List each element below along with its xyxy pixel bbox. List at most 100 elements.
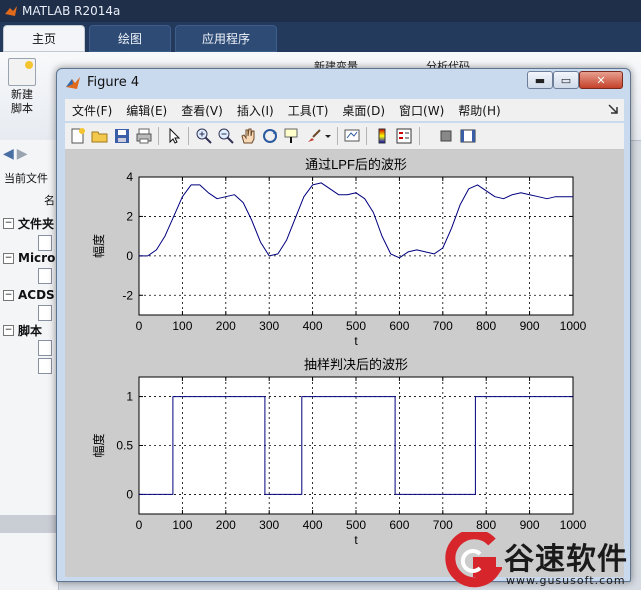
folder-row[interactable]: − 脚本 [0,320,58,340]
minimize-button[interactable]: ▬ [527,71,553,89]
zoom-in-icon[interactable] [195,127,213,145]
tab-apps[interactable]: 应用程序 [175,25,277,52]
new-script-icon [8,58,36,86]
ribbon-tabs: 主页 绘图 应用程序 [0,22,641,52]
menu-insert[interactable]: 插入(I) [237,102,274,119]
toolbar-separator [337,127,338,145]
brush-dropdown-icon[interactable] [323,127,333,145]
toolbar-separator [188,127,189,145]
current-folder-panel: ◀ ▶ 当前文件 名 − 文件夹 − Micro − ACDS − 脚本 [0,140,59,590]
brush-icon[interactable] [305,127,323,145]
matlab-logo-icon [66,77,80,89]
x-tick-label: 400 [303,319,323,333]
x-tick-label: 100 [172,518,192,532]
x-tick-label: 200 [216,518,236,532]
plot-area[interactable]: 0 100 200 300 400 500 600 700 800 900 1000-2024通过L… [65,150,624,577]
show-plot-tools-icon[interactable] [459,127,477,145]
chart-title: 通过LPF后的波形 [305,157,407,172]
folder-row[interactable]: − 文件夹 [0,213,58,233]
folder-row[interactable]: − ACDS [0,285,58,305]
forward-arrow-icon[interactable]: ▶ [17,146,28,162]
y-tick-label: 0 [126,487,133,501]
figure-menubar: 文件(F) 编辑(E) 查看(V) 插入(I) 工具(T) 桌面(D) 窗口(W… [65,99,624,121]
nav-arrows: ◀ ▶ [0,144,58,164]
x-tick-label: 800 [476,518,496,532]
link-plot-icon[interactable] [343,127,361,145]
x-tick-label: 300 [259,518,279,532]
data-cursor-icon[interactable] [283,127,301,145]
x-tick-label: 900 [520,518,540,532]
selected-file-row[interactable] [0,515,58,533]
x-tick-label: 600 [389,319,409,333]
toolbar-separator [419,127,420,145]
new-figure-icon[interactable] [69,127,87,145]
matlab-title-bar: MATLAB R2014a [0,0,641,22]
x-tick-label: 500 [346,518,366,532]
x-tick-label: 800 [476,319,496,333]
file-icon [38,358,52,374]
gususoft-logo-icon [445,532,502,588]
maximize-button[interactable]: ▭ [553,71,579,89]
file-icon [38,305,52,321]
watermark-brand: 谷速软件 [504,542,628,577]
print-icon[interactable] [135,127,153,145]
y-tick-label: -2 [122,288,133,302]
dock-arrow-icon[interactable] [606,102,620,116]
x-tick-label: 300 [259,319,279,333]
y-tick-label: 1 [126,390,133,404]
save-icon[interactable] [113,127,131,145]
y-axis-label: 幅度 [91,433,106,457]
name-column-header[interactable]: 名 [0,190,58,210]
x-tick-label: 400 [303,518,323,532]
x-tick-label: 0 [136,319,143,333]
x-tick-label: 600 [389,518,409,532]
chart-title: 抽样判决后的波形 [304,357,408,372]
figure-toolbar [65,123,624,150]
menu-file[interactable]: 文件(F) [72,102,112,119]
tab-plots[interactable]: 绘图 [89,25,171,52]
pan-hand-icon[interactable] [239,127,257,145]
y-tick-label: 0 [126,249,133,263]
pointer-icon[interactable] [165,127,183,145]
x-tick-label: 700 [433,319,453,333]
menu-help[interactable]: 帮助(H) [458,102,500,119]
new-script-label-1: 新建 [11,88,33,101]
file-icon [38,268,52,284]
open-file-icon[interactable] [91,127,109,145]
watermark-url: www.gususoft.com [506,574,626,587]
menu-window[interactable]: 窗口(W) [399,102,444,119]
app-title: MATLAB R2014a [22,4,121,18]
x-tick-label: 1000 [560,319,587,333]
x-tick-label: 0 [136,518,143,532]
menu-tools[interactable]: 工具(T) [288,102,329,119]
colorbar-icon[interactable] [373,127,391,145]
menu-view[interactable]: 查看(V) [181,102,223,119]
new-script-button[interactable]: 新建 脚本 [4,52,40,116]
figure-window: Figure 4 ▬ ▭ ✕ 文件(F) 编辑(E) 查看(V) 插入(I) 工… [56,68,631,582]
back-arrow-icon[interactable]: ◀ [3,146,14,162]
matlab-logo-icon [5,6,17,16]
y-tick-label: 4 [126,170,133,184]
rotate-3d-icon[interactable] [261,127,279,145]
toolbar-separator [366,127,367,145]
menu-edit[interactable]: 编辑(E) [126,102,167,119]
hide-plot-tools-icon[interactable] [437,127,455,145]
menu-desktop[interactable]: 桌面(D) [342,102,385,119]
x-tick-label: 200 [216,319,236,333]
toolbar-separator [158,127,159,145]
y-tick-label: 2 [126,209,133,223]
folder-row[interactable]: − Micro [0,248,58,268]
zoom-out-icon[interactable] [217,127,235,145]
tab-home[interactable]: 主页 [3,25,85,52]
file-icon [38,340,52,356]
x-tick-label: 1000 [560,518,587,532]
x-tick-label: 500 [346,319,366,333]
figure-canvas: 0 100 200 300 400 500 600 700 800 900 1000 -2 0 2 4 通过L… [65,150,624,577]
figure-title: Figure 4 [87,75,140,90]
y-axis-label: 幅度 [91,234,106,258]
close-button[interactable]: ✕ [579,71,623,89]
figure-title-bar[interactable]: Figure 4 ▬ ▭ ✕ [57,69,630,97]
watermark: 谷速软件 www.gususoft.com [440,532,640,590]
file-icon [38,235,52,251]
legend-icon[interactable] [395,127,413,145]
